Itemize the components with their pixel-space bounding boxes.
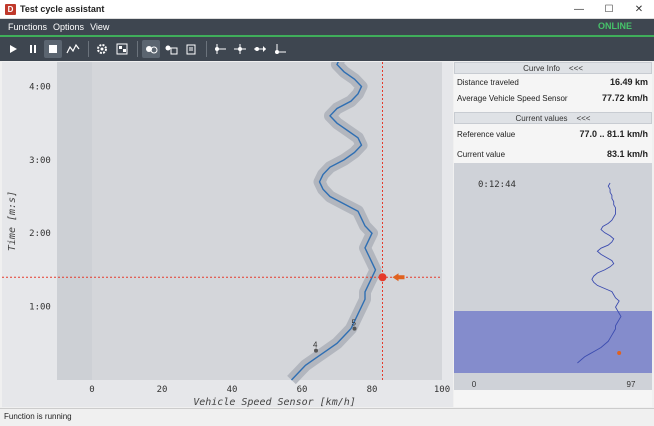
current-values-header[interactable]: Current values <<< [454,112,652,124]
menu-functions[interactable]: Functions [8,22,47,32]
record-icon[interactable] [142,40,160,58]
current-row: Current value 83.1 km/h [454,144,652,164]
stop-icon[interactable] [44,40,62,58]
distance-label: Distance traveled [457,77,519,87]
curve-icon[interactable] [64,40,82,58]
x-tick-label: 100 [434,385,450,395]
main-chart[interactable]: 0 20 40 60 80 100 1:00 2:00 3:00 4:00 Vehicle Spee… [2,0,453,408]
x-tick-label: 40 [227,385,238,395]
current-value: 83.1 km/h [606,149,648,159]
menu-view[interactable]: View [90,22,109,32]
reference-value: 77.0 .. 81.1 km/h [579,129,648,139]
waypoint-label: 5 [352,319,357,328]
y-tick-label: 1:00 [29,303,51,313]
settings-gear-icon[interactable] [93,40,111,58]
minimize-button[interactable]: — [564,0,594,19]
distance-value: 16.49 km [609,77,648,87]
dashboard-icon[interactable] [113,40,131,58]
waypoint-label: 4 [313,341,318,350]
pause-icon[interactable] [24,40,42,58]
distance-row: Distance traveled 16.49 km [454,74,652,90]
toolbar [0,37,654,61]
reference-label: Reference value [457,129,516,139]
x-tick-label: 20 [157,385,168,395]
current-label: Current value [457,149,506,159]
plot-area [92,62,442,380]
menu-options[interactable]: Options [53,22,84,32]
close-button[interactable]: ✕ [624,0,654,19]
menu-bar: Functions Options View ONLINE [0,19,654,35]
avg-speed-label: Average Vehicle Speed Sensor [457,93,568,103]
overview-highlight-window [454,311,652,373]
avg-speed-row: Average Vehicle Speed Sensor 77.72 km/h [454,90,652,106]
overview-chart[interactable]: 0:12:44 0 97 [454,163,652,390]
x-axis-label: Vehicle Speed Sensor [km/h] [193,397,356,407]
status-bar: Function is running [0,408,654,426]
title-bar: D Test cycle assistant — ☐ ✕ [0,0,654,19]
overview-time-label: 0:12:44 [478,180,516,190]
clipboard-icon[interactable] [182,40,200,58]
avg-speed-value: 77.72 km/h [601,93,648,103]
y-tick-label: 3:00 [29,156,51,166]
marker-center-icon[interactable] [231,40,249,58]
y-tick-label: 4:00 [29,82,51,92]
overview-position-dot [617,351,622,355]
x-tick-label: 60 [297,385,308,395]
save-icon[interactable] [162,40,180,58]
curve-info-header[interactable]: Curve Info <<< [454,62,652,74]
marker-left-icon[interactable] [211,40,229,58]
app-logo-icon: D [5,3,16,15]
overview-x-max: 97 [627,380,636,389]
x-tick-label: 0 [89,385,94,395]
maximize-button[interactable]: ☐ [594,0,624,19]
x-tick-label: 80 [367,385,378,395]
status-text: Function is running [4,412,72,421]
marker-right-icon[interactable] [251,40,269,58]
reference-row: Reference value 77.0 .. 81.1 km/h [454,124,652,144]
window-title: Test cycle assistant [20,4,105,14]
overview-chart-svg[interactable]: 0:12:44 0 97 [454,163,652,390]
play-icon[interactable] [4,40,22,58]
y-tick-label: 2:00 [29,229,51,239]
current-position-dot [378,273,387,282]
speed-time-chart[interactable]: 0 20 40 60 80 100 1:00 2:00 3:00 4:00 Vehicle Spee… [2,0,453,408]
marker-end-icon[interactable] [271,40,289,58]
online-status: ONLINE [597,21,632,31]
overview-x-min: 0 [472,380,477,389]
y-axis-label: Time [m:s] [7,191,18,251]
